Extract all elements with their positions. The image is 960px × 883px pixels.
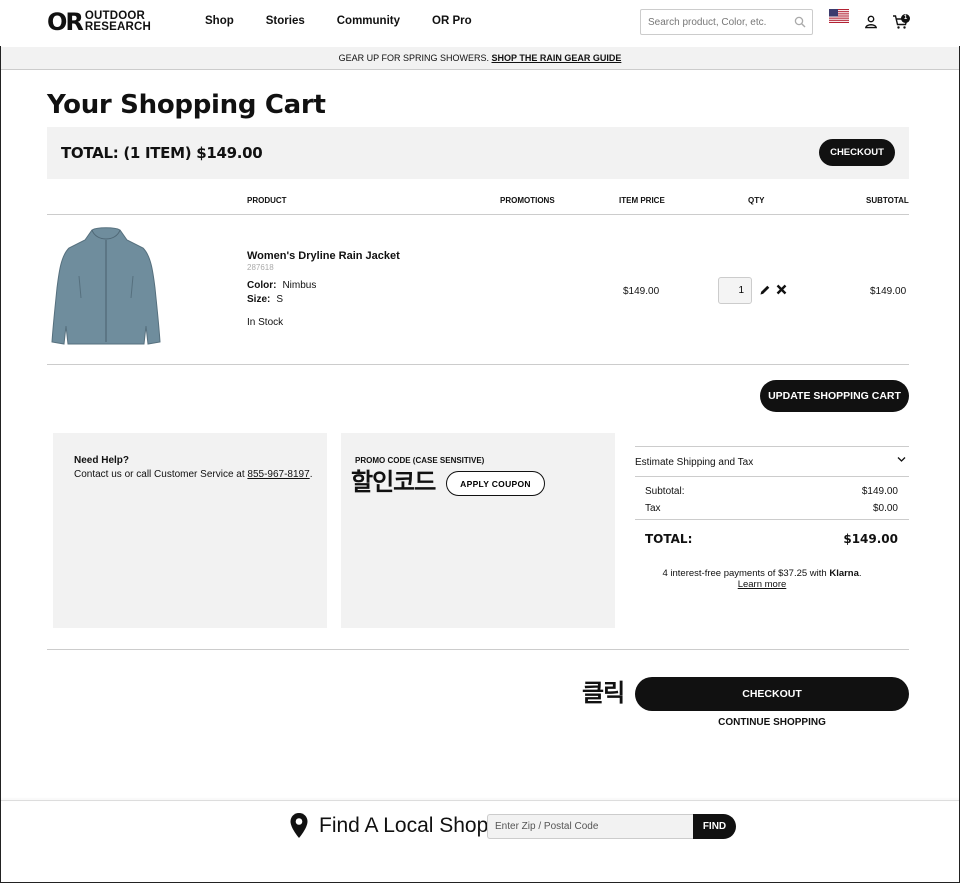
size-value: S <box>276 294 284 305</box>
continue-shopping-link[interactable]: CONTINUE SHOPPING <box>635 717 909 728</box>
summary-total-value: $149.00 <box>843 532 898 546</box>
color-label: Color: <box>247 280 277 291</box>
summary-divider-2 <box>635 519 909 520</box>
customer-service-phone-link[interactable]: 855-967-8197 <box>247 469 309 480</box>
summary-subtotal-row: Subtotal: $149.00 <box>645 486 898 497</box>
promo-banner-text: GEAR UP FOR SPRING SHOWERS. <box>338 53 492 63</box>
chevron-down-icon[interactable] <box>897 456 906 463</box>
product-name[interactable]: Women's Dryline Rain Jacket <box>247 250 400 262</box>
promo-banner: GEAR UP FOR SPRING SHOWERS. SHOP THE RAI… <box>1 47 959 70</box>
zip-postal-input[interactable] <box>487 814 695 839</box>
cart-total-label: TOTAL: (1 ITEM) $149.00 <box>61 144 263 162</box>
nav-or-pro[interactable]: OR Pro <box>432 15 472 27</box>
checkout-button-top[interactable]: CHECKOUT <box>819 139 895 166</box>
product-size: Size: S <box>247 294 283 305</box>
klarna-suffix: . <box>858 568 862 579</box>
summary-total-label: TOTAL: <box>645 532 693 546</box>
stock-status: In Stock <box>247 317 284 328</box>
klarna-brand: Klarna <box>829 568 859 579</box>
us-flag-icon[interactable] <box>829 9 849 23</box>
site-header: OR OUTDOOR RESEARCH Shop Stories Communi… <box>0 0 960 46</box>
product-image-jacket[interactable] <box>47 226 165 346</box>
cart-total-bar: TOTAL: (1 ITEM) $149.00 CHECKOUT <box>47 127 909 179</box>
apply-coupon-button[interactable]: APPLY COUPON <box>446 471 545 496</box>
product-color: Color: Nimbus <box>247 280 316 291</box>
page-title: Your Shopping Cart <box>47 90 326 120</box>
summary-subtotal-value: $149.00 <box>861 486 898 497</box>
search-icon[interactable] <box>794 16 806 28</box>
promo-code-box: PROMO CODE (CASE SENSITIVE) 할인코드 APPLY C… <box>341 433 615 628</box>
click-annotation: 클릭 <box>582 679 625 707</box>
quantity-input[interactable] <box>718 277 752 304</box>
need-help-box: Need Help? Contact us or call Customer S… <box>53 433 327 628</box>
remove-icon[interactable] <box>776 284 787 295</box>
update-shopping-cart-button[interactable]: UPDATE SHOPPING CART <box>760 380 909 412</box>
logo-line2: RESEARCH <box>84 21 152 33</box>
main-nav: Shop Stories Community OR Pro <box>205 15 504 27</box>
col-header-promotions: PROMOTIONS <box>500 196 555 205</box>
need-help-suffix: . <box>309 469 313 480</box>
summary-total-row: TOTAL: $149.00 <box>645 532 898 546</box>
need-help-description: Contact us or call Customer Service at <box>74 469 248 480</box>
summary-tax-value: $0.00 <box>872 503 898 514</box>
footer-divider <box>1 800 959 801</box>
item-row-divider <box>47 364 909 365</box>
cart-count-badge: 1 <box>901 14 910 23</box>
item-price: $149.00 <box>623 286 660 297</box>
summary-tax-row: Tax $0.00 <box>645 503 898 514</box>
klarna-message: 4 interest-free payments of $37.25 with … <box>640 568 884 590</box>
col-header-item-price: ITEM PRICE <box>619 196 665 205</box>
location-pin-icon <box>290 813 308 838</box>
col-header-subtotal: SUBTOTAL <box>866 196 909 205</box>
search-input[interactable] <box>641 10 786 34</box>
logo[interactable]: OR OUTDOOR RESEARCH <box>47 8 152 36</box>
klarna-text: 4 interest-free payments of $37.25 with <box>662 568 830 579</box>
find-local-shop-title: Find A Local Shop <box>319 814 489 837</box>
search-box <box>640 9 813 35</box>
nav-stories[interactable]: Stories <box>266 15 305 27</box>
klarna-learn-more-link[interactable]: Learn more <box>738 579 787 590</box>
table-header-divider <box>47 214 909 215</box>
color-value: Nimbus <box>282 280 317 291</box>
find-button[interactable]: FIND <box>693 814 736 839</box>
item-subtotal: $149.00 <box>870 286 907 297</box>
checkout-button-bottom[interactable]: CHECKOUT <box>635 677 909 711</box>
rain-gear-guide-link[interactable]: SHOP THE RAIN GEAR GUIDE <box>492 53 622 63</box>
edit-pencil-icon[interactable] <box>759 284 771 296</box>
bottom-divider <box>47 649 909 650</box>
col-header-product: PRODUCT <box>247 196 287 205</box>
user-icon[interactable] <box>864 15 878 29</box>
logo-text: OUTDOOR RESEARCH <box>84 10 152 33</box>
col-header-qty: QTY <box>748 196 765 205</box>
summary-divider-top <box>635 446 909 447</box>
estimate-shipping-toggle[interactable]: Estimate Shipping and Tax <box>635 457 753 468</box>
product-sku: 287618 <box>247 263 274 272</box>
promo-code-title: PROMO CODE (CASE SENSITIVE) <box>355 456 485 465</box>
summary-subtotal-label: Subtotal: <box>645 486 685 497</box>
nav-shop[interactable]: Shop <box>205 15 234 27</box>
nav-community[interactable]: Community <box>337 15 400 27</box>
summary-tax-label: Tax <box>645 503 661 514</box>
need-help-title: Need Help? <box>74 455 130 466</box>
size-label: Size: <box>247 294 271 305</box>
need-help-text: Contact us or call Customer Service at 8… <box>74 469 312 480</box>
summary-divider-1 <box>635 476 909 477</box>
logo-mark: OR <box>47 8 84 36</box>
promo-code-annotation: 할인코드 <box>351 468 436 496</box>
